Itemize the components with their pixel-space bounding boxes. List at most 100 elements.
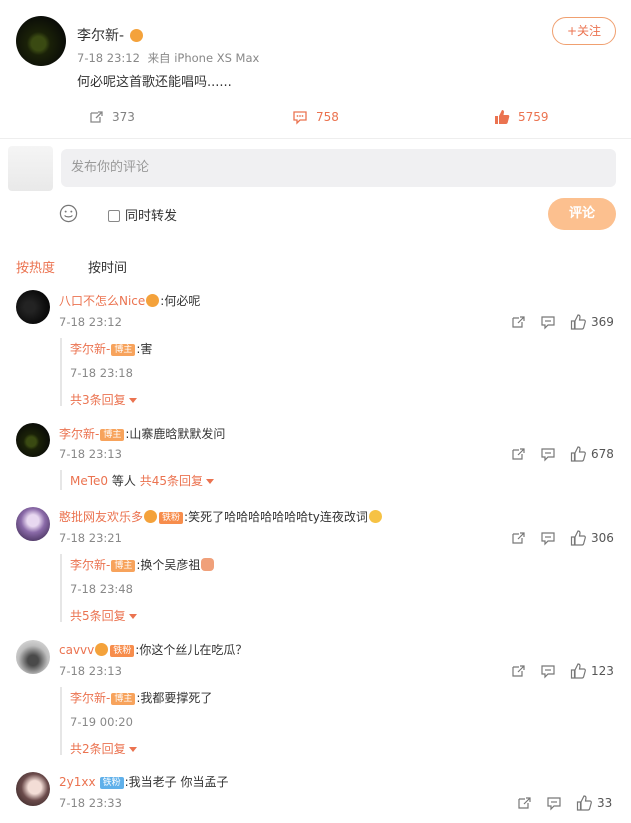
more-replies-link[interactable]: 共45条回复 [140, 474, 214, 488]
blogger-badge: 博主 [100, 429, 125, 441]
like-icon [570, 530, 586, 546]
repost-icon[interactable] [510, 530, 526, 546]
author-name[interactable]: 李尔新- [77, 28, 124, 44]
like-filled-icon [495, 110, 510, 124]
more-replies-link[interactable]: 共5条回复 [70, 607, 215, 624]
repost-icon[interactable] [516, 795, 532, 811]
vip-heart-icon [95, 643, 109, 656]
follow-button[interactable]: +关注 [552, 17, 616, 45]
comment-placeholder: 发布你的评论 [71, 160, 150, 175]
caret-down-icon [128, 398, 137, 403]
comment-body: 八口不怎么Nice :何必呢 [59, 292, 200, 309]
commenter-avatar[interactable] [16, 640, 50, 674]
comment-icon[interactable] [546, 795, 562, 811]
more-replies-link[interactable]: 共2条回复 [70, 740, 212, 757]
checkbox-box[interactable] [108, 210, 120, 222]
comment-body: 憨批网友欢乐多 铁粉:笑死了哈哈哈哈哈哈哈ty连夜改词 [59, 508, 383, 525]
others-label: 等人 [108, 474, 140, 488]
commenter-name[interactable]: 憨批网友欢乐多 [59, 510, 143, 524]
comment-body: 2y1xx 铁粉:我当老子 你当孟子 [59, 773, 228, 790]
post-time: 7-18 23:12 [77, 51, 140, 65]
commenter-name[interactable]: 李尔新- [59, 427, 99, 441]
like-button[interactable]: 123 [570, 663, 614, 679]
reply-time: 7-19 00:20 [70, 715, 133, 729]
reply-time: 7-18 23:48 [70, 582, 133, 596]
like-count: 306 [591, 531, 614, 545]
commenter-name[interactable]: cavvv [59, 643, 94, 657]
repost-icon[interactable] [510, 314, 526, 330]
more-replies-link[interactable]: 共3条回复 [70, 391, 152, 408]
comment-icon[interactable] [540, 446, 556, 462]
comment-time: 7-18 23:13 [59, 447, 122, 461]
reply-block: 李尔新- 博主:我都要撑死了 7-19 00:20 共2条回复 [60, 687, 213, 757]
reply-text: :我都要撑死了 [136, 691, 213, 705]
commenter-name[interactable]: 2y1xx [59, 775, 96, 789]
like-button[interactable]: 306 [570, 530, 614, 546]
pleading-face-icon [368, 510, 382, 523]
author-avatar[interactable] [16, 16, 66, 66]
comment-actions: 33 [516, 795, 612, 811]
comment-count: 758 [316, 110, 339, 124]
vip-heart-icon [146, 294, 160, 307]
submit-comment-button[interactable]: 评论 [548, 198, 616, 230]
repost-icon[interactable] [510, 446, 526, 462]
comment-text: :山寨鹿晗默默发问 [125, 427, 226, 441]
like-count: 5759 [518, 110, 549, 124]
like-button[interactable]: 33 [576, 795, 612, 811]
caret-down-icon [205, 479, 214, 484]
reply-user[interactable]: 李尔新- [70, 558, 110, 572]
my-avatar [8, 146, 53, 191]
more-replies-label: 共2条回复 [70, 742, 126, 756]
reply-summary: MeTe0 等人 共45条回复 [60, 470, 214, 490]
comment-icon[interactable] [540, 314, 556, 330]
fan-badge: 铁粉 [159, 512, 184, 524]
reply-user[interactable]: MeTe0 [70, 474, 108, 488]
post-source: 来自 iPhone XS Max [147, 51, 260, 65]
sort-by-hot-tab[interactable]: 按热度 [16, 257, 55, 276]
blogger-badge: 博主 [111, 560, 136, 572]
comment-text: :笑死了哈哈哈哈哈哈哈ty连夜改词 [184, 510, 368, 524]
more-replies-label: 共5条回复 [70, 609, 126, 623]
comment-icon[interactable] [540, 530, 556, 546]
reply-user[interactable]: 李尔新- [70, 691, 110, 705]
sort-by-time-tab[interactable]: 按时间 [88, 257, 127, 276]
like-icon [570, 314, 586, 330]
like-action[interactable]: 5759 [494, 109, 549, 125]
caret-down-icon [128, 614, 137, 619]
comment-text: :何必呢 [160, 294, 201, 308]
commenter-name[interactable]: 八口不怎么Nice [59, 294, 145, 308]
blogger-badge: 博主 [111, 693, 136, 705]
reply-user[interactable]: 李尔新- [70, 342, 110, 356]
caret-down-icon [128, 747, 137, 752]
comment-icon[interactable] [540, 663, 556, 679]
emoji-picker-button[interactable] [59, 204, 78, 227]
comment-actions: 306 [510, 530, 614, 546]
commenter-avatar[interactable] [16, 507, 50, 541]
fan-badge: 铁粉 [99, 777, 124, 789]
also-repost-checkbox[interactable]: 同时转发 [108, 205, 177, 224]
more-replies-label: 共3条回复 [70, 393, 126, 407]
like-count: 369 [591, 315, 614, 329]
post-text: 何必呢这首歌还能唱吗...... [77, 75, 232, 90]
repost-icon[interactable] [510, 663, 526, 679]
praying-hands-icon [201, 558, 215, 571]
commenter-avatar[interactable] [16, 772, 50, 806]
like-count: 123 [591, 664, 614, 678]
like-button[interactable]: 678 [570, 446, 614, 462]
comment-input[interactable]: 发布你的评论 [61, 149, 616, 187]
comment-actions: 369 [510, 314, 614, 330]
like-button[interactable]: 369 [570, 314, 614, 330]
repost-icon [90, 111, 103, 123]
commenter-avatar[interactable] [16, 423, 50, 457]
reply-text: :害 [136, 342, 153, 356]
vip-heart-icon [144, 510, 158, 523]
repost-count: 373 [112, 110, 135, 124]
also-repost-label: 同时转发 [125, 209, 178, 224]
comment-action[interactable]: 758 [292, 109, 339, 125]
repost-action[interactable]: 373 [88, 109, 135, 125]
commenter-avatar[interactable] [16, 290, 50, 324]
fan-badge: 铁粉 [110, 645, 135, 657]
comment-time: 7-18 23:33 [59, 796, 122, 810]
comment-text: :我当老子 你当孟子 [124, 775, 229, 789]
like-icon [570, 663, 586, 679]
